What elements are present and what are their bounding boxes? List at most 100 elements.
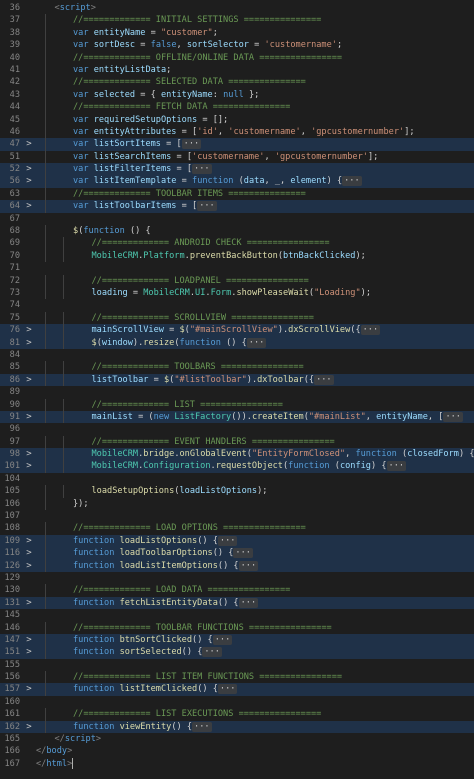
code-text[interactable]: }); <box>36 497 474 511</box>
code-text[interactable]: //============= LIST ================ <box>36 398 474 411</box>
code-text[interactable]: //============= LIST ITEM FUNCTIONS ====… <box>36 671 474 684</box>
folded-ellipsis[interactable]: ··· <box>238 597 259 608</box>
code-line[interactable]: 89 <box>0 386 474 398</box>
fold-chevron-icon[interactable]: > <box>24 138 34 150</box>
code-text[interactable]: function listItemClicked() {··· <box>36 683 474 696</box>
code-line[interactable]: 165 </script> <box>0 733 474 745</box>
code-text[interactable]: function loadListOptions() {··· <box>36 534 474 548</box>
fold-chevron-icon[interactable]: > <box>24 535 34 547</box>
code-line[interactable]: 36 <script> <box>0 2 474 14</box>
code-text[interactable]: var listItemTemplate = function (data, _… <box>36 175 474 188</box>
code-line[interactable]: 37 //============= INITIAL SETTINGS =====… <box>0 14 474 27</box>
code-text[interactable]: loading = MobileCRM.UI.Form.showPleaseWa… <box>36 286 474 300</box>
code-line[interactable]: 41 var entityListData; <box>0 63 474 77</box>
fold-chevron-icon[interactable]: > <box>24 597 34 609</box>
code-line[interactable]: 156 //============= LIST ITEM FUNCTIONS =… <box>0 671 474 684</box>
code-text[interactable]: //============= TOOLBAR FUNCTIONS ======… <box>36 621 474 634</box>
code-line[interactable]: 98 > MobileCRM.bridge.onGlobalEvent("Entit… <box>0 448 474 461</box>
code-line[interactable]: 167 </html> <box>0 757 474 770</box>
code-line[interactable]: 146 //============= TOOLBAR FUNCTIONS ===… <box>0 621 474 634</box>
code-line[interactable]: 157 > function listItemClicked() {··· <box>0 683 474 696</box>
code-text[interactable]: function sortSelected() {··· <box>36 646 474 659</box>
fold-chevron-icon[interactable]: > <box>24 163 34 175</box>
code-text[interactable]: var listSortItems = [··· <box>36 138 474 151</box>
code-line[interactable]: 38 var entityName = "customer"; <box>0 26 474 40</box>
code-text[interactable]: var listFilterItems = [··· <box>36 163 474 176</box>
code-line[interactable]: 51 var listSearchItems = ['customername',… <box>0 150 474 164</box>
fold-chevron-icon[interactable]: > <box>24 560 34 572</box>
code-line[interactable]: 73 loading = MobileCRM.UI.Form.showPlease… <box>0 286 474 300</box>
code-line[interactable]: 84 <box>0 349 474 361</box>
fold-chevron-icon[interactable]: > <box>24 721 34 733</box>
code-text[interactable]: //============= SELECTED DATA ==========… <box>36 76 474 89</box>
code-line[interactable]: 129 <box>0 572 474 584</box>
code-text[interactable]: $(window).resize(function () {··· <box>36 336 474 349</box>
code-line[interactable]: 145 <box>0 609 474 621</box>
code-line[interactable]: 116 > function loadToolbarOptions() {··· <box>0 547 474 560</box>
code-text[interactable]: $(function () { <box>36 225 474 238</box>
folded-ellipsis[interactable]: ··· <box>197 201 217 212</box>
code-line[interactable]: 71 <box>0 262 474 274</box>
code-line[interactable]: 85 //============= TOOLBARS =============… <box>0 361 474 374</box>
code-line[interactable]: 74 <box>0 299 474 311</box>
folded-ellipsis[interactable]: ··· <box>443 411 463 422</box>
code-line[interactable]: 64 > var listToolbarItems = [··· <box>0 200 474 213</box>
fold-chevron-icon[interactable]: > <box>24 460 34 472</box>
code-line[interactable]: 126 > function loadListItemOptions() {··· <box>0 559 474 572</box>
folded-ellipsis[interactable]: ··· <box>314 374 334 385</box>
code-text[interactable] <box>36 659 474 671</box>
code-line[interactable]: 75 //============= SCROLLVIEW ===========… <box>0 311 474 325</box>
code-text[interactable]: MobileCRM.Platform.preventBackButton(btn… <box>36 249 474 263</box>
code-text[interactable] <box>36 299 474 311</box>
code-text[interactable] <box>36 423 474 435</box>
code-line[interactable]: 166 </body> <box>0 745 474 757</box>
folded-ellipsis[interactable]: ··· <box>212 634 233 645</box>
code-text[interactable]: listToolbar = $("#listToolbar").dxToolba… <box>36 373 474 387</box>
fold-chevron-icon[interactable]: > <box>24 337 34 349</box>
code-text[interactable]: var entityAttributes = ['id', 'customern… <box>36 125 474 139</box>
code-text[interactable]: var entityListData; <box>36 63 474 77</box>
code-text[interactable] <box>36 386 474 398</box>
folded-ellipsis[interactable]: ··· <box>342 176 362 187</box>
code-line[interactable]: 86 > listToolbar = $("#listToolbar").dxToo… <box>0 373 474 387</box>
code-text[interactable] <box>36 510 474 522</box>
code-line[interactable]: 108 //============= LOAD OPTIONS ========… <box>0 522 474 535</box>
code-line[interactable]: 42 //============= SELECTED DATA ========… <box>0 76 474 89</box>
fold-chevron-icon[interactable]: > <box>24 324 34 336</box>
code-text[interactable]: var listSearchItems = ['customername', '… <box>36 150 474 164</box>
code-line[interactable]: 107 <box>0 510 474 522</box>
code-text[interactable]: //============= EVENT HANDLERS =========… <box>36 435 474 449</box>
code-text[interactable]: //============= SCROLLVIEW =============… <box>36 311 474 325</box>
code-line[interactable]: 90 //============= LIST ================ <box>0 398 474 411</box>
code-line[interactable]: 56 > var listItemTemplate = function (data… <box>0 175 474 188</box>
fold-chevron-icon[interactable]: > <box>24 448 34 460</box>
code-text[interactable]: loadSetupOptions(loadListOptions); <box>36 485 474 498</box>
code-text[interactable] <box>36 473 474 485</box>
code-text[interactable] <box>36 213 474 225</box>
code-text[interactable]: //============= TOOLBARS ===============… <box>36 361 474 374</box>
fold-chevron-icon[interactable]: > <box>24 634 34 646</box>
code-text[interactable]: //============= LIST EXECUTIONS ========… <box>36 708 474 721</box>
code-line[interactable]: 44 //============= FETCH DATA ===========… <box>0 101 474 114</box>
folded-ellipsis[interactable]: ··· <box>360 325 381 336</box>
fold-chevron-icon[interactable]: > <box>24 374 34 386</box>
fold-chevron-icon[interactable]: > <box>24 411 34 423</box>
code-line[interactable]: 81 > $(window).resize(function () {··· <box>0 336 474 349</box>
code-line[interactable]: 147 > function btnSortClicked() {··· <box>0 633 474 647</box>
code-text[interactable]: var sortDesc = false, sortSelector = 'cu… <box>36 39 474 52</box>
code-line[interactable]: 45 var requiredSetupOptions = []; <box>0 113 474 126</box>
code-line[interactable]: 52 > var listFilterItems = [··· <box>0 163 474 176</box>
code-text[interactable]: //============= LOAD DATA ==============… <box>36 584 474 597</box>
code-line[interactable]: 70 MobileCRM.Platform.preventBackButton(b… <box>0 249 474 263</box>
folded-ellipsis[interactable]: ··· <box>246 337 267 348</box>
folded-ellipsis[interactable]: ··· <box>217 684 238 695</box>
code-text[interactable]: //============= ANDROID CHECK ==========… <box>36 237 474 250</box>
code-text[interactable]: var selected = { entityName: null }; <box>36 88 474 102</box>
folded-ellipsis[interactable]: ··· <box>181 139 202 150</box>
code-text[interactable] <box>36 696 474 708</box>
code-text[interactable]: function viewEntity() {··· <box>36 720 474 734</box>
code-line[interactable]: 131 > function fetchListEntityData() {··· <box>0 596 474 610</box>
code-line[interactable]: 130 //============= LOAD DATA ===========… <box>0 584 474 597</box>
code-text[interactable]: mainScrollView = $("#mainScrollView").dx… <box>36 324 474 337</box>
folded-ellipsis[interactable]: ··· <box>217 535 238 546</box>
